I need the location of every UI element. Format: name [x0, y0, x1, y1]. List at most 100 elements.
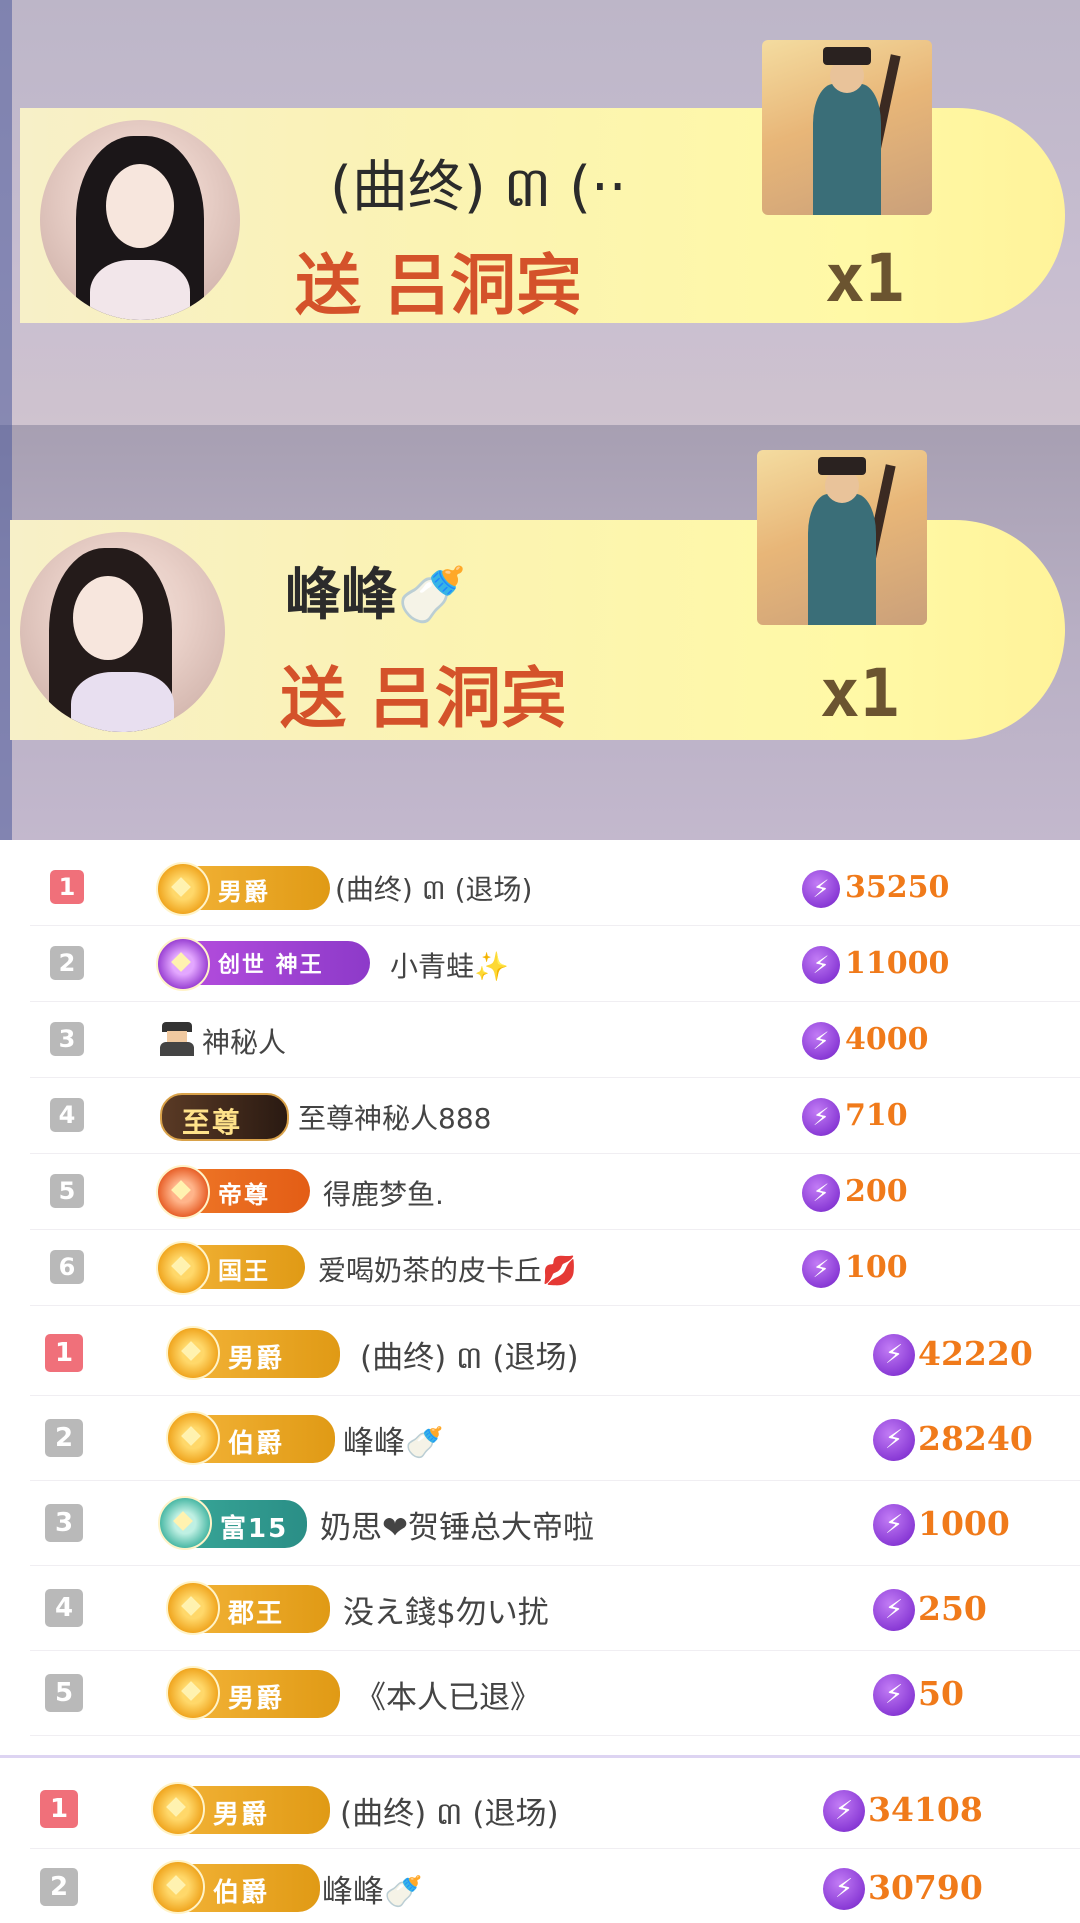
score-value: 30790 [868, 1868, 983, 1907]
user-name[interactable]: 神秘人 [202, 1021, 286, 1061]
badge-label: 国王 [218, 1257, 270, 1285]
score-value: 42220 [918, 1334, 1033, 1373]
user-name[interactable]: (曲终) ៣ (退场) [340, 1788, 559, 1840]
leaderboard: 1 男爵 (曲终) ៣ (退场) ⚡ 35250 2 创世 神王 小青蛙✨ ⚡ … [0, 840, 1080, 1310]
leaderboard: 1 男爵 (曲终) ៣ (退场) ⚡ 42220 2 伯爵 峰峰🍼 ⚡ 2824… [0, 1310, 1080, 1755]
badge-label: 至尊 [182, 1106, 243, 1139]
leaderboard-row[interactable]: 4 郡王 没え錢$勿い扰 ⚡ 250 [30, 1565, 1080, 1651]
user-name[interactable]: 峰峰🍼 [322, 1866, 423, 1911]
badge-label: 富15 [220, 1514, 289, 1544]
leaderboard-row[interactable]: 2 创世 神王 小青蛙✨ ⚡ 11000 [30, 925, 1080, 1002]
badge-label: 帝尊 [218, 1181, 270, 1209]
badge-coin-icon [158, 1496, 212, 1550]
lightning-coin-icon: ⚡ [802, 1174, 840, 1212]
lightning-coin-icon: ⚡ [873, 1419, 915, 1461]
badge-coin-icon [156, 937, 210, 991]
leaderboard-row[interactable]: 1 男爵 (曲终) ៣ (退场) ⚡ 35250 [30, 850, 1080, 926]
rank-badge: 2 [45, 1419, 83, 1457]
leaderboard-row[interactable]: 6 国王 爱喝奶茶的皮卡丘💋 ⚡ 100 [30, 1229, 1080, 1306]
level-badge: 至尊 [160, 1093, 289, 1141]
badge-coin-icon [151, 1860, 205, 1914]
sender-avatar[interactable] [20, 532, 225, 732]
lv-dongbin-gift-icon [762, 40, 932, 215]
user-name[interactable]: 爱喝奶茶的皮卡丘💋 [318, 1249, 577, 1289]
gift-count: x1 [820, 655, 900, 732]
lightning-coin-icon: ⚡ [802, 1250, 840, 1288]
leaderboard-row[interactable]: 3 神秘人 ⚡ 4000 [30, 1001, 1080, 1078]
level-badge: 郡王 [166, 1581, 330, 1635]
rank-badge: 4 [45, 1589, 83, 1627]
score-value: 100 [845, 1250, 908, 1285]
rank-badge: 5 [50, 1174, 84, 1208]
user-name[interactable]: 至尊神秘人888 [298, 1097, 491, 1137]
leaderboard-row[interactable]: 5 帝尊 得鹿梦鱼. ⚡ 200 [30, 1153, 1080, 1230]
rank-badge: 4 [50, 1098, 84, 1132]
badge-coin-icon [151, 1782, 205, 1836]
score-value: 28240 [918, 1419, 1033, 1458]
gift-action-text: 送 吕洞宾 [295, 247, 582, 324]
user-name[interactable]: 奶思❤贺锤总大帝啦 [320, 1502, 594, 1547]
badge-label: 郡王 [228, 1599, 285, 1629]
score-value: 11000 [845, 946, 950, 981]
badge-label: 男爵 [218, 878, 270, 906]
lightning-coin-icon: ⚡ [873, 1589, 915, 1631]
score-value: 4000 [845, 1022, 929, 1057]
rank-badge: 3 [45, 1504, 83, 1542]
level-badge: 帝尊 [156, 1165, 310, 1219]
level-badge: 男爵 [151, 1782, 330, 1836]
score-value: 50 [918, 1674, 964, 1713]
user-name[interactable]: 《本人已退》 [355, 1672, 541, 1717]
level-badge: 国王 [156, 1241, 305, 1295]
gift-action-text: 送 吕洞宾 [280, 660, 567, 737]
user-name[interactable]: 得鹿梦鱼. [323, 1173, 444, 1213]
rank-badge: 2 [50, 946, 84, 980]
score-value: 250 [918, 1589, 987, 1628]
rank-badge: 2 [40, 1868, 78, 1906]
leaderboard-row[interactable]: 2 伯爵 峰峰🍼 ⚡ 30790 [30, 1848, 1080, 1923]
leaderboard-row[interactable]: 5 男爵 《本人已退》 ⚡ 50 [30, 1650, 1080, 1736]
badge-label: 男爵 [213, 1800, 270, 1830]
badge-label: 伯爵 [213, 1878, 270, 1908]
leaderboard-row[interactable]: 4 至尊 至尊神秘人888 ⚡ 710 [30, 1077, 1080, 1154]
lightning-coin-icon: ⚡ [802, 870, 840, 908]
badge-coin-icon [156, 1241, 210, 1295]
lv-dongbin-gift-icon [757, 450, 927, 625]
score-value: 34108 [868, 1790, 983, 1829]
user-name[interactable]: (曲终) ៣ (退场) [360, 1332, 579, 1384]
rank-badge: 3 [50, 1022, 84, 1056]
level-badge: 富15 [158, 1496, 307, 1550]
lightning-coin-icon: ⚡ [873, 1674, 915, 1716]
lightning-coin-icon: ⚡ [802, 1022, 840, 1060]
leaderboard-row[interactable]: 2 伯爵 峰峰🍼 ⚡ 28240 [30, 1395, 1080, 1481]
level-badge: 男爵 [166, 1326, 340, 1380]
leaderboard-row[interactable]: 1 男爵 (曲终) ៣ (退场) ⚡ 42220 [30, 1310, 1080, 1396]
user-name[interactable]: 小青蛙✨ [390, 945, 509, 985]
lightning-coin-icon: ⚡ [873, 1334, 915, 1376]
rank-badge: 5 [45, 1674, 83, 1712]
score-value: 35250 [845, 870, 950, 905]
level-badge: 创世 神王 [156, 937, 370, 991]
score-value: 1000 [918, 1504, 1010, 1543]
rank-badge: 6 [50, 1250, 84, 1284]
badge-label: 男爵 [228, 1684, 285, 1714]
badge-coin-icon [166, 1326, 220, 1380]
leaderboard-row[interactable]: 1 男爵 (曲终) ៣ (退场) ⚡ 34108 [30, 1768, 1080, 1849]
badge-label: 创世 神王 [218, 953, 324, 978]
lightning-coin-icon: ⚡ [802, 1098, 840, 1136]
level-badge: 伯爵 [166, 1411, 335, 1465]
leaderboard: 1 男爵 (曲终) ៣ (退场) ⚡ 34108 2 伯爵 峰峰🍼 ⚡ 3079… [0, 1755, 1080, 1923]
sender-avatar[interactable] [40, 120, 240, 320]
rank-badge: 1 [45, 1334, 83, 1372]
gift-count: x1 [825, 240, 905, 317]
level-badge: 男爵 [156, 862, 330, 916]
sender-name: (曲终) ៣ (·· [330, 155, 627, 220]
score-value: 200 [845, 1174, 908, 1209]
user-name[interactable]: (曲终) ៣ (退场) [335, 868, 532, 913]
level-badge: 伯爵 [151, 1860, 320, 1914]
leaderboard-row[interactable]: 3 富15 奶思❤贺锤总大帝啦 ⚡ 1000 [30, 1480, 1080, 1566]
badge-coin-icon [166, 1581, 220, 1635]
user-name[interactable]: 没え錢$勿い扰 [343, 1587, 549, 1632]
lightning-coin-icon: ⚡ [873, 1504, 915, 1546]
user-name[interactable]: 峰峰🍼 [343, 1417, 444, 1462]
lightning-coin-icon: ⚡ [823, 1790, 865, 1832]
